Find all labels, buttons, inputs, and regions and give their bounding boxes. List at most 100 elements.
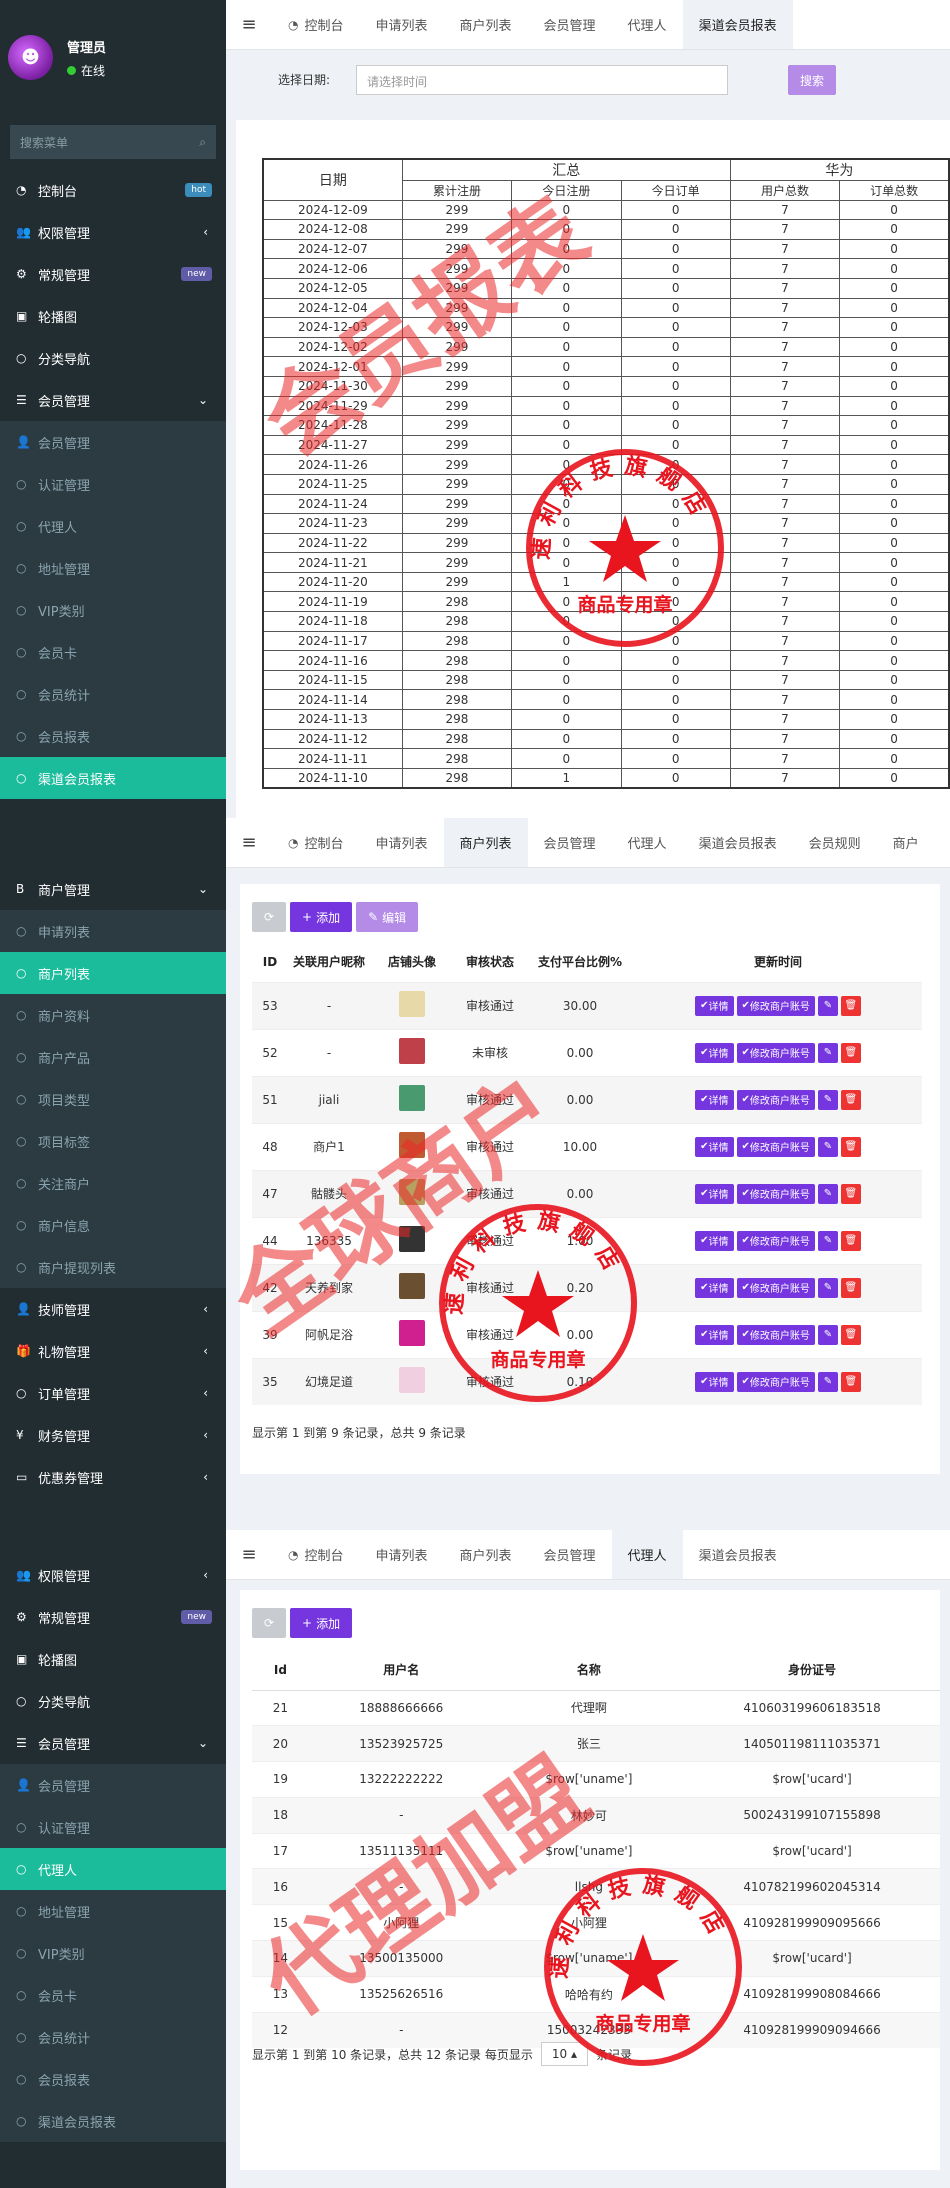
modify-account-button[interactable]: ✔ 修改商户账号	[736, 1183, 815, 1204]
sidebar-item-6[interactable]: ○ 认证管理	[0, 1806, 226, 1848]
sidebar-item-2[interactable]: ⚙ 常规管理 new	[0, 253, 226, 295]
column-header[interactable]: ID	[252, 942, 288, 982]
delete-trash-icon[interactable]: 🗑	[840, 1042, 861, 1063]
sidebar-item-12[interactable]: ○ 订单管理 ‹	[0, 1372, 226, 1414]
tab-0[interactable]: ◔ 控制台	[272, 1530, 360, 1579]
shop-avatar[interactable]	[399, 1320, 425, 1346]
edit-pencil-icon[interactable]: ✎	[817, 1183, 838, 1204]
tab-2[interactable]: 商户列表	[444, 0, 528, 49]
sidebar-item-2[interactable]: ○ 商户列表	[0, 952, 226, 994]
edit-pencil-icon[interactable]: ✎	[817, 1230, 838, 1251]
tab-1[interactable]: 申请列表	[360, 1530, 444, 1579]
shop-avatar[interactable]	[399, 1273, 425, 1299]
sidebar-item-1[interactable]: ⚙ 常规管理 new	[0, 1596, 226, 1638]
modify-account-button[interactable]: ✔ 修改商户账号	[736, 1230, 815, 1251]
edit-pencil-icon[interactable]: ✎	[817, 995, 838, 1016]
sidebar-item-1[interactable]: 👥 权限管理 ‹	[0, 211, 226, 253]
tab-3[interactable]: 会员管理	[528, 0, 612, 49]
search-button[interactable]: 搜索	[788, 65, 837, 95]
tab-4[interactable]: 代理人	[612, 818, 683, 867]
detail-button[interactable]: ✔ 详情	[695, 1183, 734, 1204]
menu-toggle-icon[interactable]: ≡	[226, 0, 272, 49]
tab-4[interactable]: 代理人	[612, 0, 683, 49]
refresh-button[interactable]: ⟳	[252, 902, 286, 932]
tab-0[interactable]: ◔ 控制台	[272, 818, 360, 867]
column-header[interactable]: 支付平台比例%	[526, 942, 634, 982]
modify-account-button[interactable]: ✔ 修改商户账号	[736, 1042, 815, 1063]
sidebar-item-2[interactable]: ▣ 轮播图	[0, 1638, 226, 1680]
sidebar-item-4[interactable]: ○ 商户产品	[0, 1036, 226, 1078]
delete-trash-icon[interactable]: 🗑	[840, 1089, 861, 1110]
shop-avatar[interactable]	[399, 1226, 425, 1252]
column-header[interactable]: 店铺头像	[370, 942, 454, 982]
menu-toggle-icon[interactable]: ≡	[226, 818, 272, 867]
shop-avatar[interactable]	[399, 1367, 425, 1394]
edit-pencil-icon[interactable]: ✎	[817, 1277, 838, 1298]
date-input[interactable]: 请选择时间	[356, 65, 728, 95]
column-header[interactable]: 审核状态	[454, 942, 526, 982]
search-icon[interactable]: ⌕	[199, 135, 206, 150]
sidebar-item-9[interactable]: ○ 商户提现列表	[0, 1246, 226, 1288]
detail-button[interactable]: ✔ 详情	[695, 995, 734, 1016]
sidebar-item-7[interactable]: ○ 认证管理	[0, 463, 226, 505]
tab-5[interactable]: 渠道会员报表	[682, 0, 793, 49]
sidebar-item-13[interactable]: ○ 渠道会员报表	[0, 2100, 226, 2142]
modify-account-button[interactable]: ✔ 修改商户账号	[736, 995, 815, 1016]
detail-button[interactable]: ✔ 详情	[695, 1042, 734, 1063]
sidebar-item-9[interactable]: ○ VIP类别	[0, 1932, 226, 1974]
column-header[interactable]: 身份证号	[684, 1650, 940, 1691]
modify-account-button[interactable]: ✔ 修改商户账号	[736, 1136, 815, 1157]
sidebar-item-3[interactable]: ○ 商户资料	[0, 994, 226, 1036]
sidebar-item-4[interactable]: ☰ 会员管理 ⌄	[0, 1722, 226, 1764]
sidebar-item-11[interactable]: 🎁 礼物管理 ‹	[0, 1330, 226, 1372]
column-header[interactable]: 关联用户昵称	[288, 942, 370, 982]
tab-5[interactable]: 渠道会员报表	[683, 818, 793, 867]
tab-6[interactable]: 会员规则	[793, 818, 877, 867]
edit-pencil-icon[interactable]: ✎	[817, 1324, 838, 1345]
sidebar-item-10[interactable]: ○ VIP类别	[0, 589, 226, 631]
shop-avatar[interactable]	[399, 1179, 425, 1205]
tab-7[interactable]: 商户	[877, 818, 935, 867]
tab-2[interactable]: 商户列表	[443, 818, 528, 867]
detail-button[interactable]: ✔ 详情	[695, 1230, 734, 1251]
sidebar-item-7[interactable]: ○ 关注商户	[0, 1162, 226, 1204]
delete-trash-icon[interactable]: 🗑	[840, 1277, 861, 1298]
delete-trash-icon[interactable]: 🗑	[840, 1324, 861, 1345]
sidebar-item-11[interactable]: ○ 会员卡	[0, 631, 226, 673]
modify-account-button[interactable]: ✔ 修改商户账号	[736, 1324, 815, 1345]
tab-3[interactable]: 会员管理	[528, 818, 612, 867]
column-header[interactable]: 名称	[493, 1650, 685, 1691]
sidebar-item-14[interactable]: ▭ 优惠券管理 ‹	[0, 1456, 226, 1498]
sidebar-item-0[interactable]: 👥 权限管理 ‹	[0, 1554, 226, 1596]
sidebar-item-6[interactable]: ○ 项目标签	[0, 1120, 226, 1162]
modify-account-button[interactable]: ✔ 修改商户账号	[736, 1089, 815, 1110]
sidebar-item-3[interactable]: ○ 分类导航	[0, 1680, 226, 1722]
avatar[interactable]: ☻	[8, 35, 53, 80]
column-header[interactable]: 更新时间	[634, 942, 922, 982]
sidebar-item-0[interactable]: ◔ 控制台 hot	[0, 169, 226, 211]
edit-pencil-icon[interactable]: ✎	[817, 1136, 838, 1157]
edit-pencil-icon[interactable]: ✎	[817, 1042, 838, 1063]
edit-pencil-icon[interactable]: ✎	[817, 1089, 838, 1110]
shop-avatar[interactable]	[399, 1085, 425, 1111]
detail-button[interactable]: ✔ 详情	[695, 1324, 734, 1345]
sidebar-item-0[interactable]: B 商户管理 ⌄	[0, 868, 226, 910]
delete-trash-icon[interactable]: 🗑	[840, 1230, 861, 1251]
delete-trash-icon[interactable]: 🗑	[840, 1371, 861, 1392]
modify-account-button[interactable]: ✔ 修改商户账号	[736, 1277, 815, 1298]
delete-trash-icon[interactable]: 🗑	[840, 1183, 861, 1204]
sidebar-item-1[interactable]: ○ 申请列表	[0, 910, 226, 952]
shop-avatar[interactable]	[399, 1132, 425, 1158]
sidebar-item-3[interactable]: ▣ 轮播图	[0, 295, 226, 337]
shop-avatar[interactable]	[399, 991, 425, 1017]
tab-4[interactable]: 代理人	[611, 1530, 683, 1579]
detail-button[interactable]: ✔ 详情	[695, 1136, 734, 1157]
sidebar-item-5[interactable]: 👤 会员管理	[0, 1764, 226, 1806]
tab-0[interactable]: ◔ 控制台	[272, 0, 360, 49]
sidebar-item-4[interactable]: ○ 分类导航	[0, 337, 226, 379]
sidebar-item-8[interactable]: ○ 商户信息	[0, 1204, 226, 1246]
sidebar-item-7[interactable]: ○ 代理人	[0, 1848, 226, 1890]
column-header[interactable]: Id	[252, 1650, 309, 1691]
shop-avatar[interactable]	[399, 1038, 425, 1064]
detail-button[interactable]: ✔ 详情	[695, 1277, 734, 1298]
